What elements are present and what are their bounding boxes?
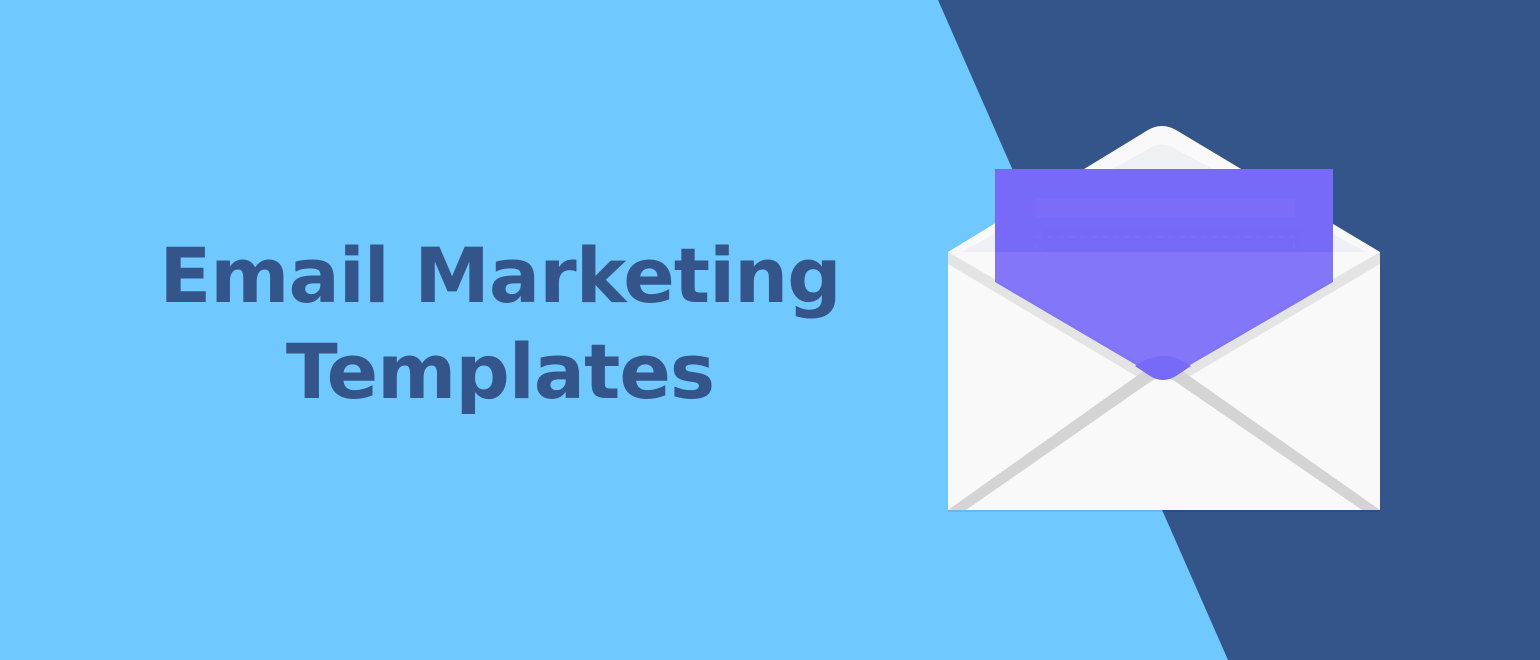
title-line-1: Email Marketing: [159, 231, 841, 320]
title-line-2: Templates: [285, 327, 715, 416]
open-envelope-icon: [948, 126, 1380, 512]
page-title: Email Marketing Templates: [100, 228, 900, 420]
email-marketing-banner: Email Marketing Templates: [0, 0, 1540, 660]
